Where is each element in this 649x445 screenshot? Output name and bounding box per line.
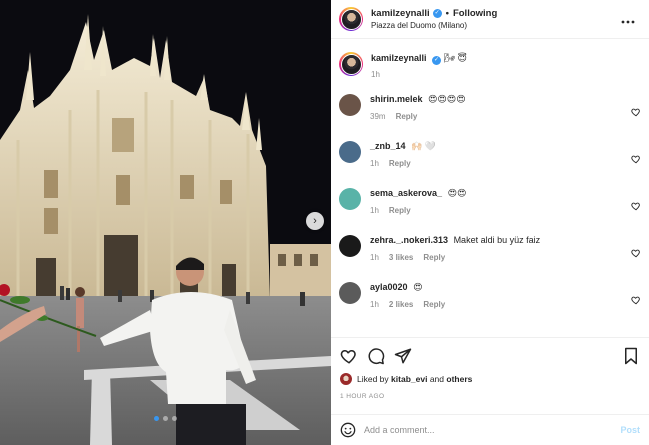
commenter-avatar[interactable] [339,282,361,304]
comment-row: _znb_14 🙌🏻 🤍 1h Reply [331,134,649,181]
commenter-username[interactable]: _znb_14 [370,141,406,151]
commenter-username[interactable]: zehra._.nokeri.313 [370,235,448,245]
comment-likes-count[interactable]: 2 likes [389,300,413,309]
comment-likes-count[interactable]: 3 likes [389,253,413,262]
comment-text: 😍😍😍😍 [428,94,466,104]
comment-row: sema_askerova_ 😍😍 1h Reply [331,181,649,228]
post-caption: kamilzeynalli ✓ 🌬 😇 1h [331,40,649,87]
carousel-dot [172,416,177,421]
commenter-avatar[interactable] [339,141,361,163]
following-button[interactable]: Following [453,8,497,19]
comment-time[interactable]: 1h [370,206,379,215]
commenter-avatar[interactable] [339,188,361,210]
commenter-avatar[interactable] [339,94,361,116]
reply-button[interactable]: Reply [423,300,445,309]
author-username[interactable]: kamilzeynalli [371,8,430,19]
post-actions-bar [331,337,649,373]
liked-by-user-link[interactable]: kitab_evi [391,374,427,384]
commenter-username[interactable]: ayla0020 [370,282,408,292]
carousel-next-button[interactable]: › [306,212,324,230]
caption-username[interactable]: kamilzeynalli [371,53,427,63]
reply-button[interactable]: Reply [389,206,411,215]
commenter-avatar[interactable] [339,235,361,257]
comment-text: Maket aldi bu yüz faiz [453,235,541,245]
comments-list[interactable]: kamilzeynalli ✓ 🌬 😇 1h shirin.melek 😍😍😍😍… [331,40,649,336]
comment-row: zehra._.nokeri.313 Maket aldi bu yüz fai… [331,228,649,275]
share-icon[interactable] [394,347,412,365]
heart-icon[interactable] [631,245,641,258]
commenter-username[interactable]: shirin.melek [370,94,423,104]
bookmark-icon[interactable] [622,347,640,365]
verified-badge-icon: ✓ [432,9,442,18]
post-media[interactable]: › [0,0,331,445]
location-link[interactable]: Piazza del Duomo (Milano) [371,21,619,30]
comment-time[interactable]: 1h [370,253,379,262]
reply-button[interactable]: Reply [389,159,411,168]
comment-time[interactable]: 1h [370,159,379,168]
comment-icon[interactable] [367,347,385,365]
carousel-dots [0,416,331,421]
liked-by-conjunction: and [429,374,444,384]
caption-time: 1h [371,70,380,79]
author-avatar[interactable] [339,7,363,31]
post-comment-button[interactable]: Post [620,425,640,435]
caption-text: 🌬 😇 [443,53,467,63]
reply-button[interactable]: Reply [396,112,418,121]
liked-by-summary: Liked by kitab_evi and others [340,373,472,385]
liked-by-avatar[interactable] [340,373,352,385]
heart-icon[interactable] [631,151,641,164]
comment-row: ayla0020 😍 1h 2 likes Reply [331,275,649,322]
carousel-dot [154,416,159,421]
caption-author-avatar[interactable] [339,52,363,76]
comment-input[interactable] [364,425,621,435]
comment-text: 🙌🏻 🤍 [411,141,436,151]
comment-row: shirin.melek 😍😍😍😍 39m Reply [331,87,649,134]
comment-text: 😍 [413,282,423,292]
separator: • [445,8,449,19]
comment-time[interactable]: 1h [370,300,379,309]
reply-button[interactable]: Reply [423,253,445,262]
more-options-icon[interactable] [619,12,637,27]
comment-time[interactable]: 39m [370,112,386,121]
carousel-dot [163,416,168,421]
post-timestamp[interactable]: 1 HOUR AGO [340,393,384,400]
verified-badge-icon: ✓ [432,56,442,65]
heart-icon[interactable] [631,292,641,305]
comment-text: 😍😍 [447,188,467,198]
emoji-icon[interactable] [340,422,356,438]
heart-icon[interactable] [631,104,641,117]
post-header: kamilzeynalli ✓ • Following Piazza del D… [331,0,649,39]
post-side-panel: kamilzeynalli ✓ • Following Piazza del D… [331,0,649,445]
liked-by-prefix: Liked by [357,374,389,384]
heart-icon[interactable] [340,347,358,365]
add-comment-bar: Post [331,414,649,445]
liked-by-others-link[interactable]: others [446,374,472,384]
heart-icon[interactable] [631,198,641,211]
post-photo [0,0,331,445]
commenter-username[interactable]: sema_askerova_ [370,188,442,198]
